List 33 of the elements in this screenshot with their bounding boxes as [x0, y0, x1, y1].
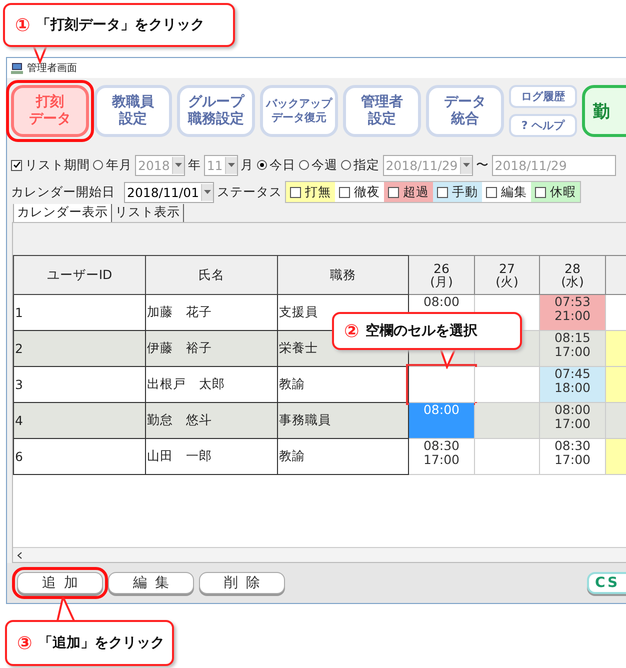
day-header: 28 (水) — [540, 256, 606, 294]
field-label: カレンダー開始日 — [11, 184, 115, 200]
radio-label: 年月 — [106, 156, 132, 174]
field-label: ステータス — [217, 184, 282, 200]
instruction-tooltip: ① 「打刻データ」をクリック — [3, 3, 235, 47]
table-cell: 勤怠 悠斗 — [146, 402, 278, 438]
radio-label: 今日 — [270, 156, 296, 174]
unit-label: 年 — [188, 156, 201, 174]
table-cell: 6 — [14, 438, 146, 474]
unit-label: 月 — [240, 156, 254, 174]
checkbox-label: リスト期間 — [25, 156, 90, 174]
table-cell: 3 — [14, 366, 146, 402]
radio-label: 今週 — [312, 156, 338, 174]
instruction-tooltip: ③ 「追加」をクリック — [5, 620, 174, 666]
table-cell: 1 — [14, 294, 146, 330]
table-cell: 伊藤 裕子 — [146, 330, 278, 366]
table-cell: 出根戸 太郎 — [146, 366, 278, 402]
column-header: ユーザーID — [14, 256, 146, 294]
day-header: 26 (月) — [408, 256, 474, 294]
window-title: 管理者画面 — [27, 62, 77, 75]
table-cell: 事務職員 — [278, 402, 408, 438]
column-header: 氏名 — [146, 256, 278, 294]
table-cell: 2 — [14, 330, 146, 366]
table-cell: 4 — [14, 402, 146, 438]
radio-label: 指定 — [354, 156, 380, 174]
day-header: 27 (火) — [474, 256, 540, 294]
table-cell: 加藤 花子 — [146, 294, 278, 330]
column-header: 職務 — [278, 256, 408, 294]
instruction-tooltip: ② 空欄のセルを選択 — [332, 312, 522, 350]
tilde-label: 〜 — [476, 156, 489, 174]
table-cell: 山田 一郎 — [146, 438, 278, 474]
table-cell: 教諭 — [278, 366, 408, 402]
table-cell: 教諭 — [278, 438, 408, 474]
